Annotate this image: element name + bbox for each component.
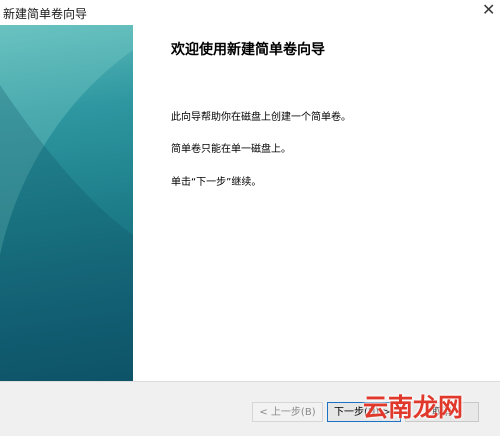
wizard-heading: 欢迎使用新建简单卷向导 <box>171 42 325 58</box>
instruction-text: 单击“下一步”继续。 <box>171 177 262 188</box>
wizard-window: 新建简单卷向导 ✕ 欢迎使用新建简单卷向导 此向导帮助你在磁盘上创建一个简单卷。… <box>0 0 500 436</box>
wizard-footer: < 上一步(B) 下一步(N) > 取消 <box>0 381 500 436</box>
close-icon: ✕ <box>482 0 496 19</box>
window-title: 新建简单卷向导 <box>3 7 88 21</box>
wizard-side-banner <box>0 25 133 381</box>
title-bar: 新建简单卷向导 ✕ <box>0 0 500 25</box>
wizard-content: 欢迎使用新建简单卷向导 此向导帮助你在磁盘上创建一个简单卷。 简单卷只能在单一磁… <box>133 25 500 381</box>
next-button[interactable]: 下一步(N) > <box>327 402 401 422</box>
description-text-2: 简单卷只能在单一磁盘上。 <box>171 144 291 155</box>
banner-decoration <box>0 25 133 381</box>
back-button[interactable]: < 上一步(B) <box>252 402 323 422</box>
description-text: 此向导帮助你在磁盘上创建一个简单卷。 <box>171 112 351 123</box>
cancel-button[interactable]: 取消 <box>405 402 479 422</box>
close-button[interactable]: ✕ <box>472 0 500 24</box>
